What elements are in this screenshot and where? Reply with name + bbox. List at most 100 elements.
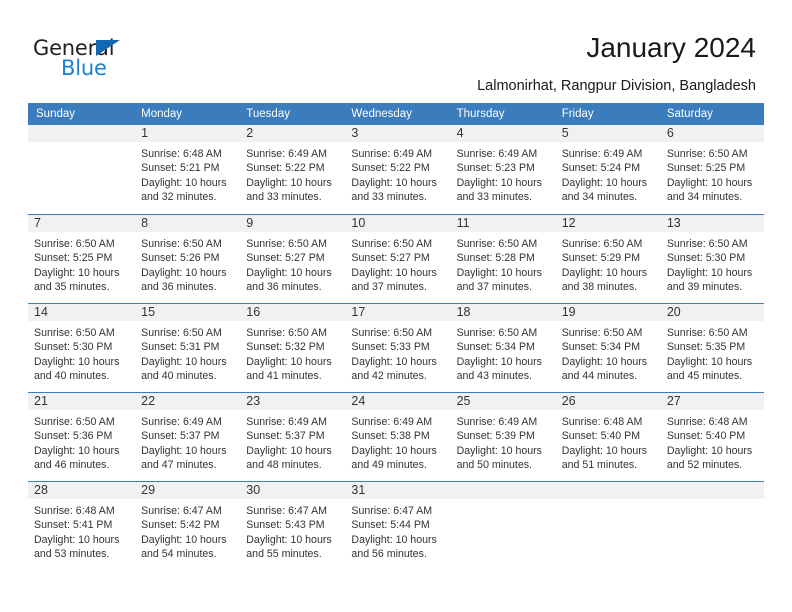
day-detail-line: Daylight: 10 hours [141, 176, 227, 189]
day-cell-13[interactable]: 13 Sunrise: 6:50 AM Sunset: 5:30 PM Dayligh… [658, 215, 764, 303]
day-detail-line: and 47 minutes. [141, 459, 217, 472]
page-title: January 2024 [586, 32, 756, 63]
day-cell-22[interactable]: 22 Sunrise: 6:49 AM Sunset: 5:37 PM Dayligh… [133, 393, 239, 481]
day-number-band: 2 [238, 125, 344, 142]
day-detail-line: Sunset: 5:28 PM [456, 252, 535, 265]
day-detail-line: Sunset: 5:37 PM [141, 430, 220, 443]
day-number: 10 [351, 216, 366, 230]
day-details: Sunrise: 6:50 AM Sunset: 5:25 PM Daylight:… [659, 142, 764, 205]
day-cell-12[interactable]: 12 Sunrise: 6:50 AM Sunset: 5:29 PM Dayligh… [553, 215, 659, 303]
day-cell-10[interactable]: 10 Sunrise: 6:50 AM Sunset: 5:27 PM Dayligh… [343, 215, 449, 303]
day-number: 24 [351, 394, 366, 408]
day-cell-20[interactable]: 20 Sunrise: 6:50 AM Sunset: 5:35 PM Dayligh… [658, 304, 764, 392]
day-cell-18[interactable]: 18 Sunrise: 6:50 AM Sunset: 5:34 PM Dayligh… [448, 304, 554, 392]
day-detail-line: Sunrise: 6:49 AM [456, 416, 538, 428]
day-cell-21[interactable]: 21 Sunrise: 6:50 AM Sunset: 5:36 PM Dayligh… [28, 393, 134, 481]
day-cell-4[interactable]: 4 Sunrise: 6:49 AM Sunset: 5:23 PM Daylight… [448, 125, 554, 214]
day-number-band: 6 [658, 125, 764, 142]
day-details: Sunrise: 6:50 AM Sunset: 5:34 PM Daylight:… [449, 321, 554, 384]
triangle-icon [96, 40, 120, 56]
day-cell-14[interactable]: 14 Sunrise: 6:50 AM Sunset: 5:30 PM Dayligh… [28, 304, 134, 392]
day-number: 6 [666, 126, 674, 140]
day-detail-line: Sunset: 5:31 PM [141, 341, 220, 354]
day-detail-line: Sunrise: 6:50 AM [246, 238, 327, 250]
day-detail-line: Daylight: 10 hours [666, 266, 753, 279]
day-details: Sunrise: 6:49 AM Sunset: 5:22 PM Daylight:… [238, 142, 343, 205]
day-detail-line: Sunset: 5:37 PM [246, 430, 325, 443]
day-detail-line: Sunset: 5:41 PM [34, 519, 113, 532]
day-cell-17[interactable]: 17 Sunrise: 6:50 AM Sunset: 5:33 PM Dayligh… [343, 304, 449, 392]
calendar-week-row: 1 Sunrise: 6:48 AM Sunset: 5:21 PM Daylight… [28, 125, 764, 214]
day-detail-line: Sunset: 5:30 PM [34, 341, 113, 354]
day-cell-empty [28, 125, 134, 214]
day-detail-line: Sunset: 5:36 PM [34, 430, 113, 443]
day-number: 28 [34, 483, 48, 497]
day-cell-27[interactable]: 27 Sunrise: 6:48 AM Sunset: 5:40 PM Dayligh… [658, 393, 764, 481]
day-cell-9[interactable]: 9 Sunrise: 6:50 AM Sunset: 5:27 PM Daylight… [238, 215, 344, 303]
day-detail-line: Sunset: 5:34 PM [456, 341, 535, 354]
day-number: 11 [456, 216, 470, 230]
day-detail-line: Daylight: 10 hours [246, 266, 332, 279]
day-cell-3[interactable]: 3 Sunrise: 6:49 AM Sunset: 5:22 PM Daylight… [343, 125, 449, 214]
calendar-week-row: 14 Sunrise: 6:50 AM Sunset: 5:30 PM Dayligh… [28, 303, 764, 392]
day-cell-23[interactable]: 23 Sunrise: 6:49 AM Sunset: 5:37 PM Dayligh… [238, 393, 344, 481]
day-detail-line: Sunrise: 6:50 AM [456, 327, 538, 339]
day-number-band: 10 [343, 215, 449, 232]
day-detail-line: Sunset: 5:27 PM [351, 252, 430, 265]
day-detail-line: Sunrise: 6:49 AM [141, 416, 222, 428]
day-number-band: 31 [343, 482, 449, 499]
day-number-band: 12 [553, 215, 659, 232]
day-detail-line: Daylight: 10 hours [246, 355, 332, 368]
day-details: Sunrise: 6:50 AM Sunset: 5:32 PM Daylight:… [238, 321, 343, 384]
day-detail-line: Daylight: 10 hours [246, 444, 332, 457]
day-detail-line: and 44 minutes. [561, 370, 638, 383]
day-number-band: 25 [448, 393, 554, 410]
day-details: Sunrise: 6:50 AM Sunset: 5:30 PM Daylight:… [659, 232, 764, 295]
weekday-header-friday: Friday [561, 108, 594, 120]
day-cell-15[interactable]: 15 Sunrise: 6:50 AM Sunset: 5:31 PM Dayligh… [133, 304, 239, 392]
day-number: 16 [246, 305, 261, 319]
day-cell-19[interactable]: 19 Sunrise: 6:50 AM Sunset: 5:34 PM Dayligh… [553, 304, 659, 392]
day-detail-line: Sunrise: 6:50 AM [561, 238, 643, 250]
day-number: 5 [561, 126, 569, 140]
day-cell-28[interactable]: 28 Sunrise: 6:48 AM Sunset: 5:41 PM Dayligh… [28, 482, 134, 570]
day-cell-24[interactable]: 24 Sunrise: 6:49 AM Sunset: 5:38 PM Dayligh… [343, 393, 449, 481]
day-detail-line: and 35 minutes. [34, 281, 110, 294]
day-number-band: 14 [28, 304, 134, 321]
day-cell-16[interactable]: 16 Sunrise: 6:50 AM Sunset: 5:32 PM Dayligh… [238, 304, 344, 392]
day-details: Sunrise: 6:49 AM Sunset: 5:37 PM Daylight:… [133, 410, 238, 473]
day-detail-line: Sunset: 5:34 PM [561, 341, 641, 354]
day-detail-line: and 37 minutes. [351, 281, 427, 294]
day-number-band: 9 [238, 215, 344, 232]
day-detail-line: Daylight: 10 hours [561, 266, 648, 279]
day-cell-8[interactable]: 8 Sunrise: 6:50 AM Sunset: 5:26 PM Daylight… [133, 215, 239, 303]
day-detail-line: Daylight: 10 hours [34, 266, 120, 279]
day-number-band: 16 [238, 304, 344, 321]
day-number-band [28, 125, 134, 142]
day-number: 27 [666, 394, 681, 408]
day-cell-1[interactable]: 1 Sunrise: 6:48 AM Sunset: 5:21 PM Daylight… [133, 125, 239, 214]
day-detail-line: and 52 minutes. [666, 459, 743, 472]
day-cell-6[interactable]: 6 Sunrise: 6:50 AM Sunset: 5:25 PM Daylight… [658, 125, 764, 214]
day-detail-line: Daylight: 10 hours [666, 176, 753, 189]
day-cell-2[interactable]: 2 Sunrise: 6:49 AM Sunset: 5:22 PM Daylight… [238, 125, 344, 214]
day-number: 30 [246, 483, 261, 497]
day-cell-7[interactable]: 7 Sunrise: 6:50 AM Sunset: 5:25 PM Daylight… [28, 215, 134, 303]
day-cell-25[interactable]: 25 Sunrise: 6:49 AM Sunset: 5:39 PM Dayligh… [448, 393, 554, 481]
day-details: Sunrise: 6:50 AM Sunset: 5:31 PM Daylight:… [133, 321, 238, 384]
day-number-band: 20 [658, 304, 764, 321]
day-detail-line: Sunrise: 6:49 AM [561, 148, 643, 160]
day-cell-5[interactable]: 5 Sunrise: 6:49 AM Sunset: 5:24 PM Daylight… [553, 125, 659, 214]
day-detail-line: Sunrise: 6:49 AM [456, 148, 538, 160]
day-details: Sunrise: 6:49 AM Sunset: 5:39 PM Daylight:… [449, 410, 554, 473]
day-number-band: 15 [133, 304, 239, 321]
day-cell-31[interactable]: 31 Sunrise: 6:47 AM Sunset: 5:44 PM Dayligh… [343, 482, 449, 570]
day-cell-29[interactable]: 29 Sunrise: 6:47 AM Sunset: 5:42 PM Dayligh… [133, 482, 239, 570]
day-detail-line: and 34 minutes. [561, 191, 638, 204]
day-number-band: 13 [658, 215, 764, 232]
day-cell-26[interactable]: 26 Sunrise: 6:48 AM Sunset: 5:40 PM Dayligh… [553, 393, 659, 481]
day-cell-11[interactable]: 11 Sunrise: 6:50 AM Sunset: 5:28 PM Dayligh… [448, 215, 554, 303]
day-detail-line: Daylight: 10 hours [34, 533, 120, 546]
day-cell-30[interactable]: 30 Sunrise: 6:47 AM Sunset: 5:43 PM Dayligh… [238, 482, 344, 570]
day-detail-line: and 39 minutes. [666, 281, 743, 294]
